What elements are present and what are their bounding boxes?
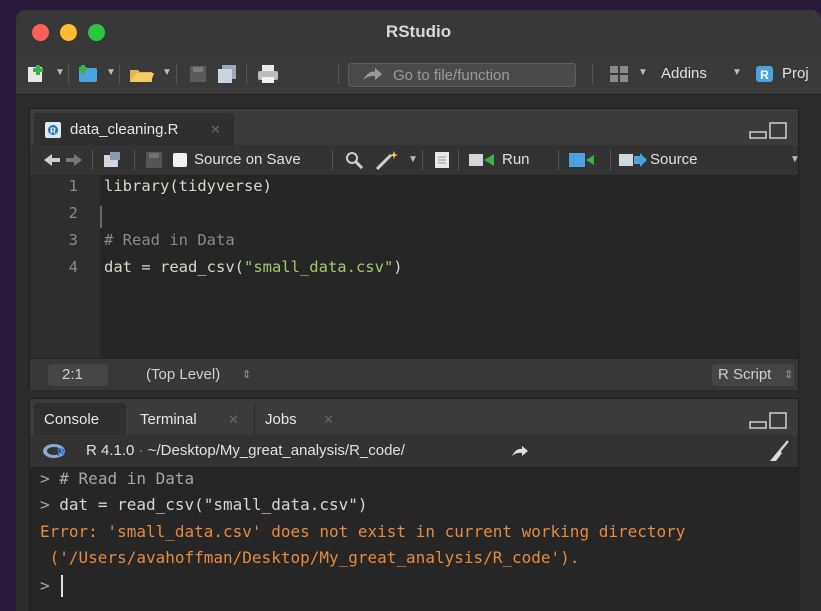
addins-menu[interactable]: Addins — [661, 65, 707, 82]
run-arrow-icon — [469, 154, 494, 166]
main-toolbar: ▼ ▼ ▼ Go to file/function ▼ Addins ▼ R P… — [16, 54, 821, 95]
console-line: > dat = read_csv("small_data.csv") — [40, 495, 368, 514]
save-icon[interactable] — [188, 64, 208, 84]
source-on-save-label: Source on Save — [194, 151, 301, 168]
new-project-icon[interactable] — [76, 64, 102, 84]
show-in-window-icon[interactable] — [102, 151, 124, 169]
console-cursor — [61, 575, 63, 597]
go-to-directory-arrow-icon[interactable] — [510, 444, 530, 458]
workspace-panes-dropdown-icon[interactable]: ▼ — [638, 67, 648, 78]
close-terminal-icon[interactable]: ✕ — [228, 412, 239, 428]
go-to-file-function-input[interactable]: Go to file/function — [348, 63, 576, 87]
editor-status-bar: 2:1 (Top Level) ⇕ R Script ⇕ — [30, 358, 798, 390]
new-file-dropdown-icon[interactable]: ▼ — [55, 67, 65, 78]
text-cursor — [100, 206, 102, 228]
code-editor[interactable]: 1 library(tidyverse) 2 3 # Read in Data … — [30, 175, 798, 358]
scope-selector[interactable]: (Top Level) — [146, 366, 220, 383]
cursor-position: 2:1 — [62, 366, 83, 383]
console-error-line: ('/Users/avahoffman/Desktop/My_great_ana… — [40, 548, 580, 567]
open-recent-dropdown-icon[interactable]: ▼ — [162, 67, 172, 78]
console-pane: Console Terminal ✕ Jobs ✕ R R 4.1.0 · ~/… — [29, 398, 799, 611]
window-title: RStudio — [385, 22, 452, 41]
console-output[interactable]: > # Read in Data > dat = read_csv("small… — [30, 467, 798, 611]
scope-updown-icon[interactable]: ⇕ — [242, 368, 251, 381]
r-file-icon: R — [45, 122, 61, 138]
workspace-panes-icon[interactable] — [608, 64, 630, 84]
new-project-dropdown-icon[interactable]: ▼ — [106, 67, 116, 78]
clear-console-broom-icon[interactable] — [768, 439, 792, 463]
save-all-icon[interactable] — [216, 64, 238, 84]
console-prompt: > — [40, 576, 50, 595]
compile-report-icon[interactable] — [432, 151, 452, 169]
console-tab-strip: Console Terminal ✕ Jobs ✕ — [30, 399, 798, 435]
file-type-updown-icon[interactable]: ⇕ — [784, 368, 793, 381]
arrow-right-icon — [363, 68, 382, 80]
editor-toolbar: Source on Save ▼ Run Source ▼ — [30, 145, 800, 176]
rerun-icon[interactable] — [568, 151, 598, 169]
save-file-icon[interactable] — [144, 151, 164, 169]
source-arrow-icon — [619, 153, 647, 167]
working-directory[interactable]: ~/Desktop/My_great_analysis/R_code/ — [148, 442, 405, 459]
source-dropdown-icon[interactable]: ▼ — [790, 154, 800, 165]
code-tools-dropdown-icon[interactable]: ▼ — [408, 154, 418, 165]
source-on-save-checkbox[interactable] — [172, 152, 188, 168]
minimize-maximize-pane-icon[interactable] — [748, 121, 788, 141]
console-minimize-maximize-icon[interactable] — [748, 411, 788, 431]
source-button[interactable]: Source — [618, 147, 718, 173]
svg-text:R: R — [57, 447, 65, 459]
svg-text:R: R — [760, 68, 769, 82]
tab-console[interactable]: Console — [34, 403, 126, 435]
console-line: > # Read in Data — [40, 469, 195, 488]
project-cube-icon[interactable]: R — [754, 64, 776, 84]
r-logo-icon: R — [43, 444, 65, 459]
addins-dropdown-icon[interactable]: ▼ — [732, 67, 742, 78]
search-icon[interactable] — [344, 151, 366, 169]
close-tab-icon[interactable]: ✕ — [210, 122, 221, 138]
print-icon[interactable] — [256, 64, 280, 84]
editor-tab-strip: R data_cleaning.R ✕ — [30, 109, 798, 145]
source-editor-pane: R data_cleaning.R ✕ Source on Save ▼ Run… — [29, 108, 800, 390]
tab-jobs[interactable]: Jobs ✕ — [254, 403, 351, 435]
rstudio-window: RStudio ▼ ▼ ▼ Go to file/function ▼ Addi… — [16, 10, 821, 611]
new-file-icon[interactable] — [26, 64, 52, 84]
svg-text:R: R — [50, 127, 56, 136]
run-button[interactable]: Run — [466, 147, 552, 173]
close-jobs-icon[interactable]: ✕ — [323, 412, 334, 428]
open-folder-icon[interactable] — [128, 64, 158, 84]
tab-data-cleaning-r[interactable]: R data_cleaning.R ✕ — [34, 113, 234, 145]
r-version: R 4.1.0 — [86, 442, 135, 459]
tab-terminal[interactable]: Terminal ✕ — [130, 403, 250, 435]
project-menu[interactable]: Proj — [782, 65, 809, 82]
console-path-bar: R R 4.1.0 · ~/Desktop/My_great_analysis/… — [30, 435, 798, 468]
title-bar: RStudio — [16, 10, 821, 54]
code-tools-wand-icon[interactable] — [374, 149, 402, 171]
console-error-line: Error: 'small_data.csv' does not exist i… — [40, 522, 686, 541]
file-type-selector[interactable]: R Script — [718, 366, 771, 383]
back-forward-arrows-icon[interactable] — [42, 152, 84, 168]
